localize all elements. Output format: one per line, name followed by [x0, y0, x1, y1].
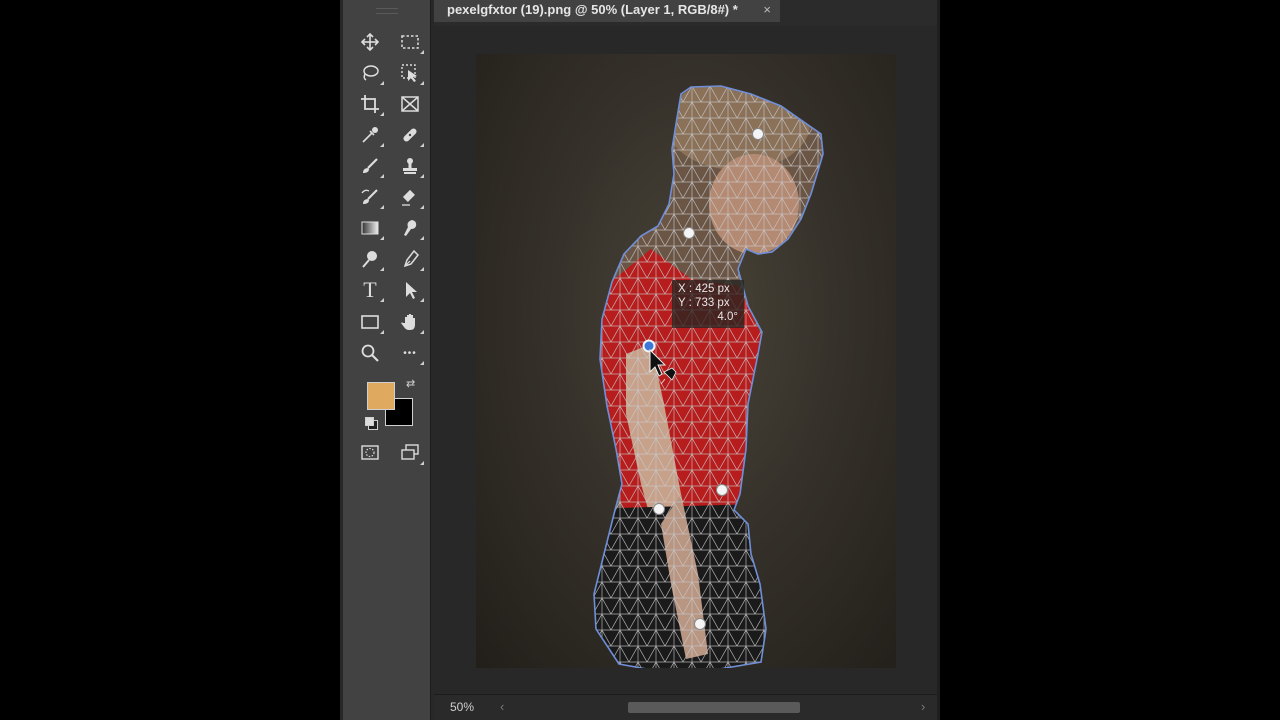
frame-tool[interactable] — [396, 91, 424, 117]
color-swatches: ⇄ — [363, 378, 423, 436]
horizontal-scrollbar[interactable] — [518, 702, 913, 713]
eraser-tool[interactable] — [396, 184, 424, 210]
gradient-icon — [361, 221, 379, 235]
dodge-tool[interactable] — [356, 246, 384, 272]
screen-mode-icon — [401, 444, 419, 460]
rectangle-icon — [361, 315, 379, 329]
history-brush-icon — [361, 189, 378, 204]
rectangular-marquee-icon — [401, 35, 419, 49]
eraser-icon — [402, 189, 415, 206]
hand-icon — [401, 314, 415, 330]
brush-tool[interactable] — [356, 153, 384, 179]
status-bar: 50% ‹ › — [434, 694, 940, 720]
hand-tool[interactable] — [396, 309, 424, 335]
lasso-tool[interactable] — [356, 60, 384, 86]
crop-tool[interactable] — [356, 91, 384, 117]
scroll-right-arrow[interactable]: › — [921, 699, 925, 714]
tools-panel: T ••• ⇄ — [343, 0, 431, 720]
swap-colors-icon[interactable]: ⇄ — [406, 378, 415, 390]
history-brush-tool[interactable] — [356, 184, 384, 210]
object-selection-tool[interactable] — [396, 60, 424, 86]
quick-mask-button[interactable] — [356, 440, 384, 466]
crop-icon — [361, 95, 379, 113]
readout-x: X : 425 px — [678, 283, 730, 295]
healing-tool[interactable] — [396, 122, 424, 148]
eyedropper-tool[interactable] — [356, 122, 384, 148]
smudge-tool[interactable] — [396, 215, 424, 241]
type-icon: T — [363, 277, 377, 302]
smudge-icon — [404, 220, 417, 236]
more-tools[interactable]: ••• — [396, 340, 424, 366]
document-title: pexelgfxtor (19).png @ 50% (Layer 1, RGB… — [447, 2, 738, 17]
brush-icon — [363, 158, 378, 173]
scrollbar-thumb[interactable] — [628, 702, 800, 713]
close-tab-icon[interactable]: × — [763, 0, 771, 20]
pen-tool[interactable] — [396, 246, 424, 272]
eyedropper-icon — [362, 127, 378, 143]
document-tab[interactable]: pexelgfxtor (19).png @ 50% (Layer 1, RGB… — [434, 0, 780, 22]
image-canvas[interactable]: X : 425 px Y : 733 px 4.0° — [476, 54, 896, 668]
object-selection-icon — [401, 64, 417, 82]
move-icon — [360, 32, 380, 52]
marquee-tool[interactable] — [396, 29, 424, 55]
bandage-icon — [403, 128, 417, 142]
rectangle-tool[interactable] — [356, 309, 384, 335]
screen-mode-button[interactable] — [396, 440, 424, 466]
panel-divider — [937, 0, 940, 720]
scroll-left-arrow[interactable]: ‹ — [500, 699, 504, 714]
zoom-level[interactable]: 50% — [450, 700, 474, 714]
pen-icon — [403, 249, 419, 268]
gradient-tool[interactable] — [356, 215, 384, 241]
frame-icon — [401, 96, 419, 112]
puppet-warp-mesh — [593, 85, 824, 668]
foreground-color-swatch[interactable] — [367, 382, 395, 410]
zoom-tool[interactable] — [356, 340, 384, 366]
document-tab-bar: pexelgfxtor (19).png @ 50% (Layer 1, RGB… — [434, 0, 940, 26]
magnifier-icon — [361, 344, 379, 362]
ellipsis-icon: ••• — [403, 347, 417, 359]
quick-mask-icon — [361, 445, 379, 460]
readout-y: Y : 733 px — [678, 297, 730, 309]
default-colors-icon[interactable] — [365, 417, 378, 430]
type-tool[interactable]: T — [356, 277, 384, 303]
stamp-icon — [403, 158, 417, 174]
clone-stamp-tool[interactable] — [396, 153, 424, 179]
photoshop-window: T ••• ⇄ pexelgfxtor (19).png @ 50% (Laye… — [340, 0, 940, 720]
canvas-workspace: X : 425 px Y : 733 px 4.0° — [434, 26, 937, 694]
dodge-icon — [362, 251, 377, 268]
path-selection-tool[interactable] — [396, 277, 424, 303]
arrow-icon — [406, 282, 417, 299]
readout-angle: 4.0° — [717, 311, 738, 323]
move-tool[interactable] — [356, 29, 384, 55]
coordinate-readout: X : 425 px Y : 733 px 4.0° — [672, 280, 744, 328]
lasso-icon — [363, 65, 379, 81]
panel-grip[interactable] — [376, 8, 398, 14]
